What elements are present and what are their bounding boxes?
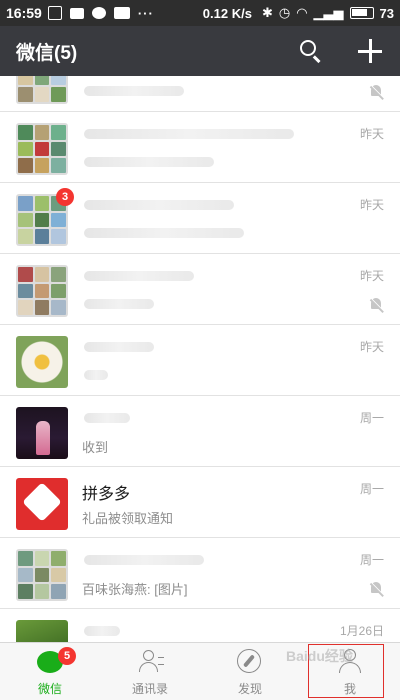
- chat-time: 周一: [359, 411, 384, 425]
- pinduoduo-logo: [16, 478, 68, 530]
- chat-message: 礼品被领取通知: [82, 511, 174, 526]
- tab-chats[interactable]: 5 微信: [0, 643, 100, 700]
- chat-time: 昨天: [359, 198, 384, 212]
- video-notification-icon: [113, 7, 130, 19]
- chat-time: 昨天: [359, 127, 384, 141]
- chat-time: 1月26日: [339, 624, 384, 638]
- chat-row[interactable]: 百味张海燕: [图片] 周一: [0, 539, 400, 609]
- chat-row[interactable]: 1月26日: [0, 610, 400, 642]
- chat-row[interactable]: [0, 76, 400, 112]
- battery-icon: [349, 7, 374, 19]
- group-avatar: [16, 123, 68, 175]
- blurred-text: [84, 626, 120, 636]
- chat-row[interactable]: 昨天: [0, 326, 400, 396]
- bluetooth-icon: ✱: [261, 5, 273, 20]
- page-title: 微信(5): [16, 42, 78, 64]
- chat-time: 昨天: [359, 269, 384, 283]
- tab-discover[interactable]: 发现: [200, 643, 300, 700]
- blurred-text: [84, 555, 204, 565]
- blurred-text: [84, 299, 154, 309]
- mute-icon: [368, 84, 385, 100]
- status-bar: 16:59 ··· 0.12 K/s ✱ ◷ ◠ ▁▃▅ 73: [0, 0, 400, 26]
- blurred-text: [84, 271, 194, 281]
- blurred-text: [84, 413, 130, 423]
- chat-message: 收到: [82, 440, 109, 455]
- group-avatar: [16, 265, 68, 317]
- chat-list[interactable]: 昨天 3 昨天 昨天 昨天 收到 周一 拼多多 礼品被领取通知 周一 百味张海燕…: [0, 76, 400, 642]
- unread-badge: 3: [56, 188, 74, 206]
- blurred-text: [84, 370, 108, 380]
- chat-row[interactable]: 昨天: [0, 255, 400, 325]
- contact-avatar: [16, 407, 68, 459]
- blurred-text: [84, 86, 184, 96]
- chat-row[interactable]: 收到 周一: [0, 397, 400, 467]
- contacts-icon: [136, 649, 164, 675]
- group-avatar: [16, 549, 68, 601]
- image-notification-icon: [47, 6, 62, 20]
- more-notifications-icon: ···: [137, 5, 154, 21]
- app-header: 微信(5): [0, 26, 400, 76]
- tab-label: 发现: [237, 682, 262, 696]
- blurred-text: [84, 129, 294, 139]
- chat-time: 昨天: [359, 340, 384, 354]
- battery-level: 73: [379, 5, 394, 21]
- blurred-text: [84, 200, 234, 210]
- signal-icon: ▁▃▅: [313, 5, 344, 20]
- chat-message: 百味张海燕: [图片]: [82, 582, 188, 597]
- tab-label: 通讯录: [131, 682, 168, 696]
- network-speed: 0.12 K/s: [202, 5, 252, 21]
- contact-avatar: [16, 620, 68, 642]
- alarm-icon: ◷: [278, 5, 291, 20]
- tab-label: 微信: [37, 682, 62, 696]
- add-button[interactable]: [356, 37, 384, 65]
- mute-icon: [368, 581, 385, 597]
- chat-row[interactable]: 昨天: [0, 113, 400, 183]
- search-button[interactable]: [296, 36, 326, 66]
- tab-badge: 5: [58, 647, 76, 665]
- contact-avatar: [16, 336, 68, 388]
- group-avatar: [16, 76, 68, 104]
- chat-time: 周一: [359, 482, 384, 496]
- blurred-text: [84, 157, 214, 167]
- chat-row[interactable]: 3 昨天: [0, 184, 400, 254]
- mail-notification-icon: [69, 7, 84, 19]
- tab-contacts[interactable]: 通讯录: [100, 643, 200, 700]
- blurred-text: [84, 228, 244, 238]
- wifi-icon: ◠: [296, 5, 308, 20]
- chat-row[interactable]: 拼多多 礼品被领取通知 周一: [0, 468, 400, 538]
- chat-notification-icon: [91, 7, 106, 19]
- chat-name: 拼多多: [82, 486, 131, 503]
- compass-icon: [236, 649, 264, 675]
- mute-icon: [368, 297, 385, 313]
- highlight-annotation: [308, 644, 384, 698]
- blurred-text: [84, 342, 154, 352]
- status-time: 16:59: [6, 5, 42, 21]
- chat-time: 周一: [359, 553, 384, 567]
- search-icon: [300, 40, 316, 56]
